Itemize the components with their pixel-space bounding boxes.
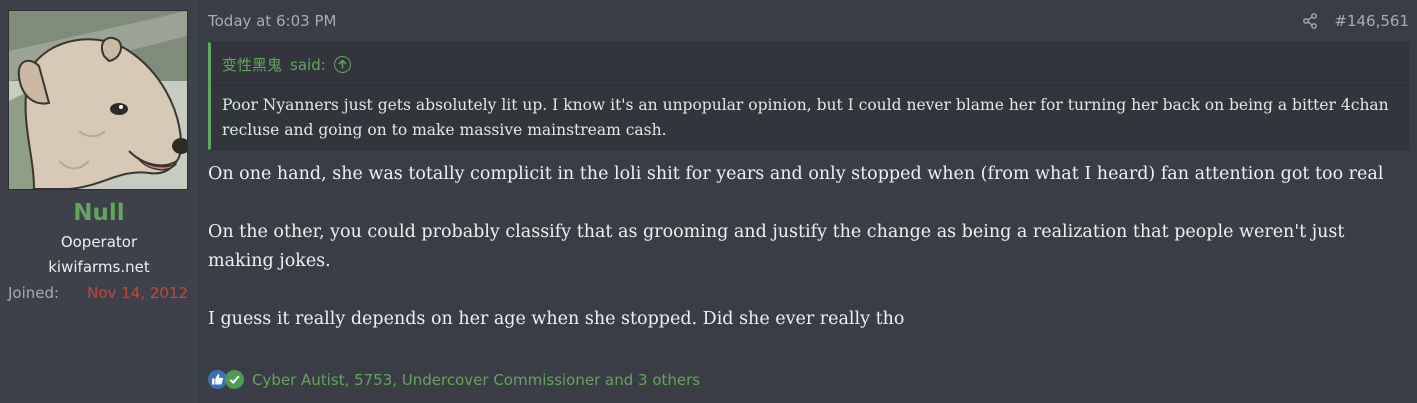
message-main: Today at 6:03 PM #146,561 变性黑鬼 said: Poo…	[198, 0, 1417, 403]
post-timestamp[interactable]: Today at 6:03 PM	[208, 12, 336, 30]
post-paragraph: On one hand, she was totally complicit i…	[208, 164, 1384, 184]
user-title: Ooperator	[60, 233, 138, 251]
quote-author[interactable]: 变性黑鬼	[222, 54, 282, 75]
quote-attribution[interactable]: 变性黑鬼 said:	[222, 54, 351, 75]
quote-said-label: said:	[290, 55, 326, 74]
message-user-sidebar: Null Ooperator kiwifarms.net Joined: Nov…	[0, 0, 198, 403]
quote-text: Poor Nyanners just gets absolutely lit u…	[222, 96, 1389, 139]
post-paragraph: On the other, you could probably classif…	[208, 222, 1345, 271]
reaction-users-link[interactable]: Cyber Autist, 5753, Undercover Commissio…	[252, 371, 700, 389]
joined-label: Joined:	[8, 284, 60, 302]
post-body: On one hand, she was totally complicit i…	[208, 160, 1397, 334]
share-icon[interactable]	[1302, 13, 1318, 29]
quote-divider	[211, 85, 1409, 86]
post-number-link[interactable]: #146,561	[1334, 12, 1409, 30]
reactions-bar[interactable]: Cyber Autist, 5753, Undercover Commissio…	[208, 370, 700, 389]
joined-date: Nov 14, 2012	[87, 284, 188, 302]
post-actions: #146,561	[1302, 12, 1409, 30]
quote-block: 变性黑鬼 said: Poor Nyanners just gets absol…	[208, 42, 1409, 150]
user-site: kiwifarms.net	[48, 258, 150, 276]
user-avatar[interactable]	[8, 10, 188, 190]
arrow-up-circle-icon[interactable]	[333, 56, 351, 73]
username-link[interactable]: Null	[0, 200, 198, 226]
post-paragraph: I guess it really depends on her age whe…	[208, 309, 905, 329]
dog-avatar-illustration	[9, 11, 187, 189]
agree-icon	[225, 370, 244, 389]
